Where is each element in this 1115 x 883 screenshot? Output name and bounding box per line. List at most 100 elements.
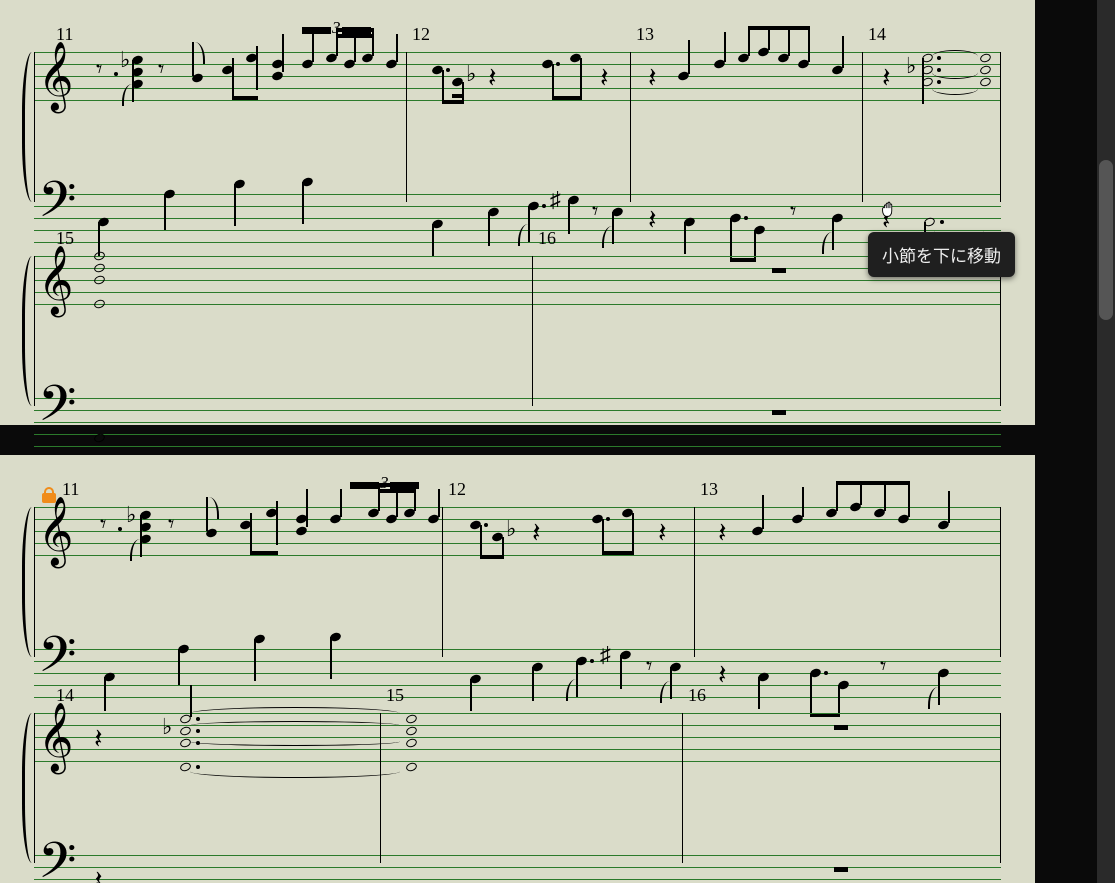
vertical-scrollbar[interactable] (1097, 0, 1115, 883)
note-stem (432, 224, 434, 256)
note-stem (688, 40, 690, 74)
dot (118, 527, 122, 531)
measure-number: 13 (700, 479, 718, 500)
note-stem (580, 58, 582, 100)
quarter-rest: 𝄽 (718, 675, 726, 701)
barline (1000, 713, 1001, 863)
whole-rest (772, 410, 786, 415)
note-stem (276, 501, 278, 545)
bass-staff[interactable]: 𝄢 (34, 398, 1001, 446)
note-stem (254, 639, 256, 681)
grand-staff-system[interactable]: 𝄞 11 12 13 14 3 𝄾 ♭ 𝄾 (34, 52, 1001, 202)
score-page-after[interactable]: 𝄞 11 12 13 3 𝄾 ♭ 𝄾 (0, 455, 1035, 883)
measure-number: 14 (868, 24, 886, 45)
note-stem (312, 34, 314, 62)
note-stem (164, 194, 166, 230)
whole-note (93, 262, 106, 273)
treble-staff[interactable]: 𝄞 15 16 (34, 256, 1001, 304)
bass-staff[interactable]: 𝄢 ♯ 𝄾 (34, 649, 1001, 697)
quarter-rest: 𝄽 (94, 739, 102, 765)
measure-number: 11 (56, 24, 73, 45)
note-stem (480, 525, 482, 559)
note-stem (808, 26, 810, 62)
note-head (295, 525, 308, 536)
treble-staff[interactable]: 𝄞 14 15 16 𝄽 ♭ (34, 713, 1001, 761)
note-stem (810, 673, 812, 717)
beam (250, 551, 278, 555)
barline (34, 507, 35, 657)
grab-handle-icon[interactable] (878, 198, 900, 220)
barline (442, 507, 443, 657)
grand-staff-system[interactable]: 𝄞 11 12 13 3 𝄾 ♭ 𝄾 (34, 507, 1001, 657)
whole-note (93, 274, 106, 285)
beam (442, 100, 464, 104)
whole-note (93, 250, 106, 261)
measure-number: 11 (62, 479, 79, 500)
note-flag (193, 42, 205, 64)
treble-staff[interactable]: 𝄞 11 12 13 3 𝄾 ♭ 𝄾 (34, 507, 1001, 555)
note-stem (250, 513, 252, 555)
barline (1000, 507, 1001, 657)
barline (1000, 256, 1001, 406)
note-stem (330, 637, 332, 679)
whole-note (405, 737, 418, 748)
barline (34, 256, 35, 406)
treble-staff[interactable]: 𝄞 11 12 13 14 3 𝄾 ♭ 𝄾 (34, 52, 1001, 100)
note-stem (802, 487, 804, 517)
tie (932, 50, 978, 63)
half-note-head (979, 76, 992, 87)
note-stem (922, 58, 924, 104)
beam (232, 96, 258, 100)
whole-note (405, 713, 418, 724)
tie (190, 707, 400, 720)
score-page-before[interactable]: 𝄞 11 12 13 14 3 𝄾 ♭ 𝄾 (0, 0, 1035, 425)
grand-staff-system[interactable]: 𝄞 14 15 16 𝄽 ♭ (34, 713, 1001, 863)
measure-number: 16 (538, 228, 556, 249)
dot (484, 523, 488, 527)
dot (824, 671, 828, 675)
barline (532, 256, 533, 406)
note-stem (532, 667, 534, 701)
note-stem (836, 481, 838, 511)
quarter-rest: 𝄽 (648, 220, 656, 246)
tie (190, 721, 400, 730)
measure-number: 12 (448, 479, 466, 500)
note-stem (948, 491, 950, 523)
note-stem (632, 513, 634, 555)
note-flag (207, 497, 219, 519)
note-stem (908, 481, 910, 517)
scrollbar-thumb[interactable] (1099, 160, 1113, 320)
barline (694, 507, 695, 657)
quarter-rest: 𝄽 (600, 78, 608, 104)
note-stem (234, 184, 236, 226)
barline (862, 52, 863, 202)
note-stem (104, 677, 106, 711)
whole-note (405, 725, 418, 736)
beam (480, 555, 504, 559)
note-stem (602, 519, 604, 555)
note-stem (306, 489, 308, 527)
note-stem (396, 34, 398, 62)
bass-staff[interactable]: 𝄢 𝄽 (34, 855, 1001, 883)
note-stem (340, 489, 342, 517)
grand-staff-system[interactable]: 𝄞 15 16 𝄢 (34, 256, 1001, 406)
note-stem (256, 46, 258, 90)
tie (190, 737, 400, 746)
tooltip: 小節を下に移動 (868, 232, 1015, 277)
dot (446, 68, 450, 72)
note-stem (788, 26, 790, 56)
bass-staff[interactable]: 𝄢 ♯ (34, 194, 1001, 242)
measure-number: 15 (386, 685, 404, 706)
barline (380, 713, 381, 863)
note-stem (552, 64, 554, 100)
note-stem (302, 182, 304, 224)
barline (1000, 52, 1001, 202)
note-stem (842, 36, 844, 68)
measure-number: 15 (56, 228, 74, 249)
note-stem (442, 70, 444, 104)
dot (744, 216, 748, 220)
quarter-rest: 𝄽 (488, 78, 496, 104)
note-stem (178, 649, 180, 685)
note-flag (928, 687, 940, 709)
whole-rest (834, 867, 848, 872)
